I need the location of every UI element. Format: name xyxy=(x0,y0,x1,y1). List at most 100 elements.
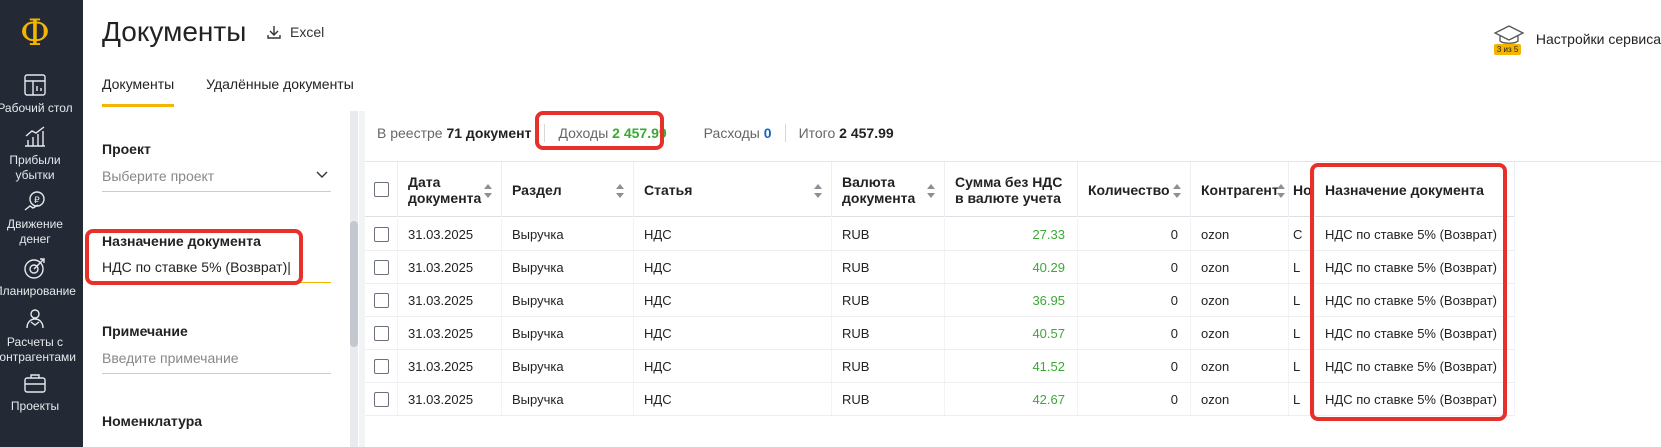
cell-qty: 0 xyxy=(1078,383,1191,415)
nav-item-label-2: контрагентами xyxy=(0,350,76,364)
cell-counterparty: ozon xyxy=(1191,350,1289,382)
svg-text:₽: ₽ xyxy=(34,196,40,206)
row-checkbox[interactable] xyxy=(373,259,389,275)
row-select-cell xyxy=(365,317,398,349)
col-header-label: Валюта документа xyxy=(842,173,916,206)
col-header-label: Но xyxy=(1293,181,1312,198)
filter-scrollbar[interactable] xyxy=(350,111,358,447)
col-header-amount[interactable]: Сумма без НДС в валюте учета xyxy=(945,162,1078,217)
cell-article: НДС xyxy=(634,284,832,316)
nav-item-money-flow[interactable]: ₽ Движение денег xyxy=(0,188,70,247)
counterparties-icon xyxy=(26,309,44,329)
row-checkbox[interactable] xyxy=(373,325,389,341)
note-input[interactable]: Введите примечание xyxy=(102,350,331,374)
excel-export-button[interactable]: Excel xyxy=(266,24,324,40)
registry-count: 71 документ xyxy=(446,125,532,141)
dashboard-icon xyxy=(24,74,46,96)
row-checkbox[interactable] xyxy=(373,358,389,374)
highlight-income-total xyxy=(535,111,664,150)
cell-qty: 0 xyxy=(1078,251,1191,283)
nav-item-label: Движение xyxy=(7,217,63,231)
row-select-cell xyxy=(365,218,398,250)
service-settings-button[interactable]: 3 из 5 Настройки сервиса xyxy=(1492,22,1661,56)
sort-icon xyxy=(927,184,935,198)
select-all-checkbox[interactable] xyxy=(373,182,389,197)
col-header-date[interactable]: Дата документа xyxy=(398,162,502,217)
sort-icon xyxy=(616,184,624,198)
nav-item-profit[interactable]: Прибыли убытки xyxy=(0,124,70,183)
cell-date: 31.03.2025 xyxy=(398,350,502,382)
note-filter-label: Примечание xyxy=(102,323,188,339)
col-header-label: Статья xyxy=(644,181,693,198)
cell-section: Выручка xyxy=(502,350,634,382)
col-header-counterparty[interactable]: Контрагент xyxy=(1191,162,1289,217)
onboarding-progress-badge: 3 из 5 xyxy=(1493,44,1522,55)
documents-table: Дата документа Раздел Статья Валюта доку… xyxy=(365,161,1661,447)
cell-article: НДС xyxy=(634,251,832,283)
cell-amount: 27.33 xyxy=(945,218,1078,250)
nav-item-label-2: убытки xyxy=(15,168,55,182)
nav-item-label: Проекты xyxy=(10,399,60,413)
sort-icon xyxy=(1277,184,1285,198)
scrollbar-thumb[interactable] xyxy=(350,221,358,347)
cell-currency: RUB xyxy=(832,317,945,349)
cell-amount: 36.95 xyxy=(945,284,1078,316)
nav-item-label: Прибыли xyxy=(9,153,61,167)
select-all-cell xyxy=(365,162,398,217)
cell-amount: 42.67 xyxy=(945,383,1078,415)
nomenclature-filter-label: Номенклатура xyxy=(102,413,203,429)
col-header-currency[interactable]: Валюта документа xyxy=(832,162,945,217)
col-header-label: Количество xyxy=(1088,181,1170,198)
highlight-purpose-column xyxy=(1310,163,1507,421)
sort-icon xyxy=(1173,184,1181,198)
briefcase-icon xyxy=(24,374,46,393)
col-header-label: Дата документа xyxy=(408,173,482,206)
expense-label: Расходы xyxy=(703,125,760,141)
cell-article: НДС xyxy=(634,383,832,415)
cell-counterparty: ozon xyxy=(1191,317,1289,349)
highlight-purpose-filter xyxy=(85,229,303,285)
tab-documents[interactable]: Документы xyxy=(102,76,175,107)
project-select[interactable]: Выберите проект xyxy=(102,168,331,192)
profit-chart-icon xyxy=(25,126,45,147)
cell-amount: 40.57 xyxy=(945,317,1078,349)
cell-qty: 0 xyxy=(1078,317,1191,349)
page-title: Документы xyxy=(102,16,247,47)
cell-currency: RUB xyxy=(832,284,945,316)
row-checkbox[interactable] xyxy=(373,391,389,407)
cell-amount: 40.29 xyxy=(945,251,1078,283)
nav-item-dashboard[interactable]: Рабочий стол xyxy=(0,72,73,116)
col-header-section[interactable]: Раздел xyxy=(502,162,634,217)
total-label: Итого xyxy=(798,125,836,141)
filter-panel: Проект Выберите проект Назначение докуме… xyxy=(83,111,359,447)
project-select-placeholder: Выберите проект xyxy=(102,168,215,184)
nav-item-projects[interactable]: Проекты xyxy=(0,370,70,414)
nav-item-counterparties[interactable]: Расчеты с контрагентами xyxy=(0,306,76,365)
grand-total: 2 457.99 xyxy=(839,125,894,141)
cell-qty: 0 xyxy=(1078,218,1191,250)
app-logo[interactable]: Ф xyxy=(0,12,70,56)
cell-date: 31.03.2025 xyxy=(398,383,502,415)
cell-date: 31.03.2025 xyxy=(398,218,502,250)
page-header: Документы Excel 3 из 5 Настройки сервиса… xyxy=(83,0,1661,111)
cell-qty: 0 xyxy=(1078,284,1191,316)
cell-section: Выручка xyxy=(502,218,634,250)
row-checkbox[interactable] xyxy=(373,292,389,308)
col-header-article[interactable]: Статья xyxy=(634,162,832,217)
nav-item-label: Расчеты с xyxy=(6,335,64,349)
cell-counterparty: ozon xyxy=(1191,218,1289,250)
cell-date: 31.03.2025 xyxy=(398,284,502,316)
document-tabs: Документы Удалённые документы xyxy=(102,76,354,107)
row-select-cell xyxy=(365,284,398,316)
col-header-quantity[interactable]: Количество xyxy=(1078,162,1191,217)
nav-item-planning[interactable]: Планирование xyxy=(0,255,76,299)
col-header-label: Контрагент xyxy=(1201,181,1279,198)
project-filter-label: Проект xyxy=(102,141,151,157)
cell-counterparty: ozon xyxy=(1191,251,1289,283)
cell-counterparty: ozon xyxy=(1191,284,1289,316)
cell-qty: 0 xyxy=(1078,350,1191,382)
row-checkbox[interactable] xyxy=(373,226,389,242)
sort-icon xyxy=(814,184,822,198)
nav-item-label-2: денег xyxy=(19,232,51,246)
tab-deleted-documents[interactable]: Удалённые документы xyxy=(206,76,354,107)
